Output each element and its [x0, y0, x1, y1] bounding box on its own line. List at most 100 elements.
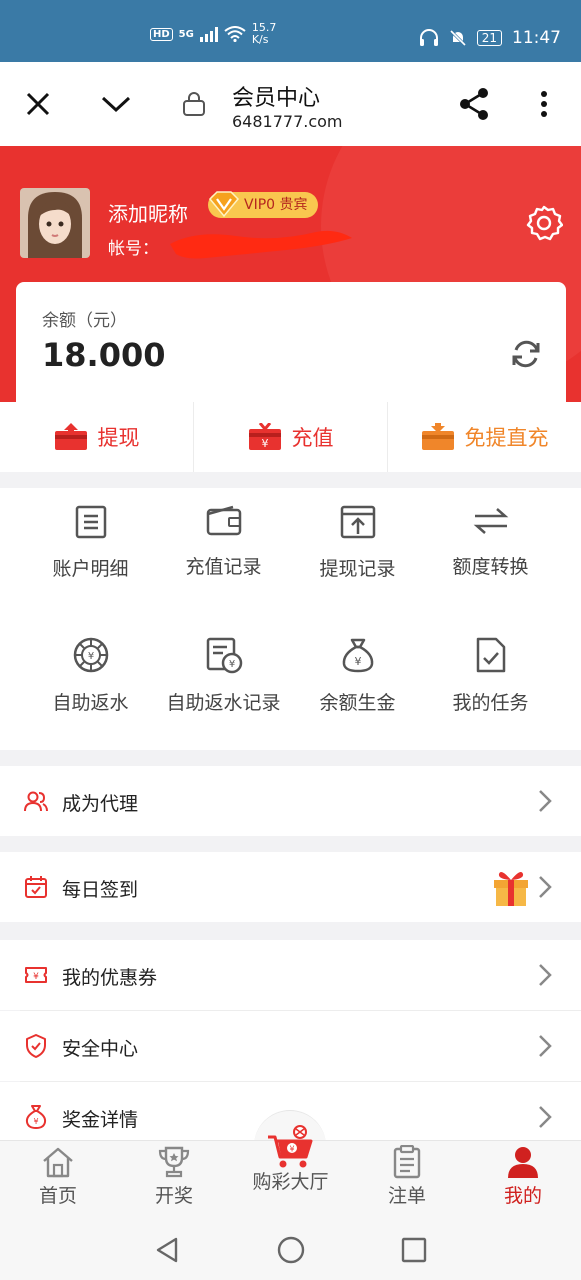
- calendar-check-icon: [25, 876, 47, 898]
- grid-item-task[interactable]: 我的任务: [418, 620, 563, 730]
- quick-actions: 提现 ¥ 充值 免提直充: [0, 402, 581, 472]
- chevron-down-icon: [101, 96, 131, 113]
- tab-home[interactable]: 首页: [0, 1141, 116, 1221]
- recents-square-icon[interactable]: [400, 1236, 428, 1264]
- menu-row-security[interactable]: 安全中心: [0, 1011, 581, 1081]
- user-icon: [508, 1147, 538, 1178]
- headphones-icon: [419, 29, 438, 46]
- task-icon: [476, 637, 505, 673]
- close-button[interactable]: [18, 84, 58, 124]
- rebate-icon: ¥: [73, 637, 108, 673]
- svg-text:¥: ¥: [33, 972, 39, 982]
- grid-item-rebate-record[interactable]: ¥ 自助返水记录: [151, 620, 296, 730]
- svg-text:¥: ¥: [33, 1117, 38, 1126]
- transfer-icon: [473, 508, 508, 534]
- menu-label: 我的优惠券: [62, 967, 158, 989]
- status-right: 21 11:47: [419, 28, 561, 48]
- tab-lottery-hall[interactable]: ¥ 购彩大厅: [232, 1125, 349, 1221]
- grid-label: 自助返水记录: [166, 692, 281, 714]
- account-label: 帐号：: [108, 239, 159, 259]
- redaction-scribble: [170, 230, 352, 259]
- settings-gear-icon[interactable]: [525, 204, 563, 242]
- close-icon: [26, 92, 50, 116]
- tab-orders[interactable]: 注单: [349, 1141, 465, 1221]
- site-lock[interactable]: [174, 84, 214, 124]
- clipboard-icon: [393, 1145, 421, 1179]
- avatar[interactable]: [20, 188, 90, 258]
- direct-recharge-label: 免提直充: [464, 426, 549, 450]
- refresh-icon[interactable]: [510, 338, 542, 370]
- system-navigation-bar: [0, 1220, 581, 1280]
- grid-item-recharge-record[interactable]: 充值记录: [151, 488, 296, 598]
- withdraw-label: 提现: [97, 426, 140, 450]
- menu-row-coupons[interactable]: ¥ 我的优惠券: [0, 940, 581, 1010]
- back-icon[interactable]: [154, 1236, 180, 1264]
- recharge-label: 充值: [291, 426, 334, 450]
- wallet-icon: [206, 505, 241, 536]
- recharge-button[interactable]: ¥ 充值: [194, 402, 388, 472]
- balance-card: 余额（元） 18.000: [16, 282, 566, 422]
- grid-label: 账户明细: [52, 558, 129, 580]
- grid-label: 余额生金: [319, 692, 396, 714]
- rebate-record-icon: ¥: [206, 637, 242, 674]
- balance-label: 余额（元）: [42, 311, 127, 331]
- svg-text:¥: ¥: [87, 651, 93, 662]
- tab-label: 购彩大厅: [252, 1171, 329, 1193]
- bonus-bag-icon: ¥: [25, 1105, 47, 1129]
- grid-label: 提现记录: [319, 558, 396, 580]
- share-icon: [460, 88, 488, 120]
- home-circle-icon[interactable]: [276, 1235, 306, 1265]
- menu-row-checkin[interactable]: 每日签到: [0, 852, 581, 922]
- balance-value: 18.000: [42, 336, 166, 374]
- withdraw-button[interactable]: 提现: [0, 402, 194, 472]
- svg-text:¥: ¥: [261, 437, 268, 450]
- grid-item-account-detail[interactable]: 账户明细: [18, 488, 163, 598]
- direct-recharge-icon: [421, 423, 454, 450]
- gift-icon: [494, 872, 528, 906]
- tab-mine[interactable]: 我的: [465, 1141, 581, 1221]
- collapse-button[interactable]: [96, 84, 136, 124]
- tab-label: 注单: [387, 1185, 426, 1207]
- account-detail-icon: [75, 505, 106, 539]
- shield-icon: [26, 1034, 46, 1058]
- agent-users-icon: [24, 791, 48, 812]
- grid-item-withdraw-record[interactable]: 提现记录: [285, 488, 430, 598]
- recharge-icon: ¥: [248, 423, 281, 450]
- tab-draw-results[interactable]: 开奖: [116, 1141, 232, 1221]
- tab-label: 我的: [503, 1185, 542, 1207]
- shopping-cart-icon: ¥: [267, 1125, 312, 1168]
- vip-badge[interactable]: VIP0 贵宾: [208, 191, 318, 218]
- grid-label: 充值记录: [185, 556, 262, 578]
- home-icon: [43, 1147, 73, 1178]
- chevron-right-icon: [539, 964, 552, 986]
- share-button[interactable]: [454, 84, 494, 124]
- coupon-icon: ¥: [25, 967, 47, 983]
- hd-indicator: HD: [150, 27, 173, 41]
- chevron-right-icon: [539, 1106, 552, 1128]
- menu-label: 安全中心: [62, 1038, 139, 1060]
- network-type: 5G: [178, 28, 194, 40]
- chevron-right-icon: [539, 790, 552, 812]
- wifi-icon: [224, 26, 246, 42]
- grid-item-transfer[interactable]: 额度转换: [418, 488, 563, 598]
- bottom-tab-bar: 首页 开奖 ¥ 购彩大厅 注单 我的: [0, 1125, 581, 1221]
- money-bag-icon: ¥: [342, 638, 373, 673]
- nickname[interactable]: 添加昵称: [108, 198, 188, 227]
- grid-item-rebate[interactable]: ¥ 自助返水: [18, 620, 163, 730]
- network-speed: 15.7 K/s: [252, 22, 277, 46]
- tab-label: 首页: [38, 1185, 77, 1207]
- page-url[interactable]: 6481777.com: [232, 112, 343, 131]
- more-menu-button[interactable]: [524, 84, 564, 124]
- grid-label: 我的任务: [452, 692, 529, 714]
- mute-bell-icon: [449, 29, 466, 47]
- more-vertical-icon: [541, 91, 547, 117]
- avatar-image: [20, 188, 90, 258]
- status-left: HD 5G 15.7 K/s: [150, 22, 276, 46]
- grid-label: 自助返水: [52, 692, 129, 714]
- grid-item-money-bag[interactable]: ¥ 余额生金: [285, 620, 430, 730]
- speed-unit: K/s: [251, 33, 269, 46]
- direct-recharge-button[interactable]: 免提直充: [388, 402, 581, 472]
- menu-row-agent[interactable]: 成为代理: [0, 766, 581, 836]
- menu-label: 每日签到: [62, 879, 139, 901]
- menu-label: 奖金详情: [62, 1109, 139, 1131]
